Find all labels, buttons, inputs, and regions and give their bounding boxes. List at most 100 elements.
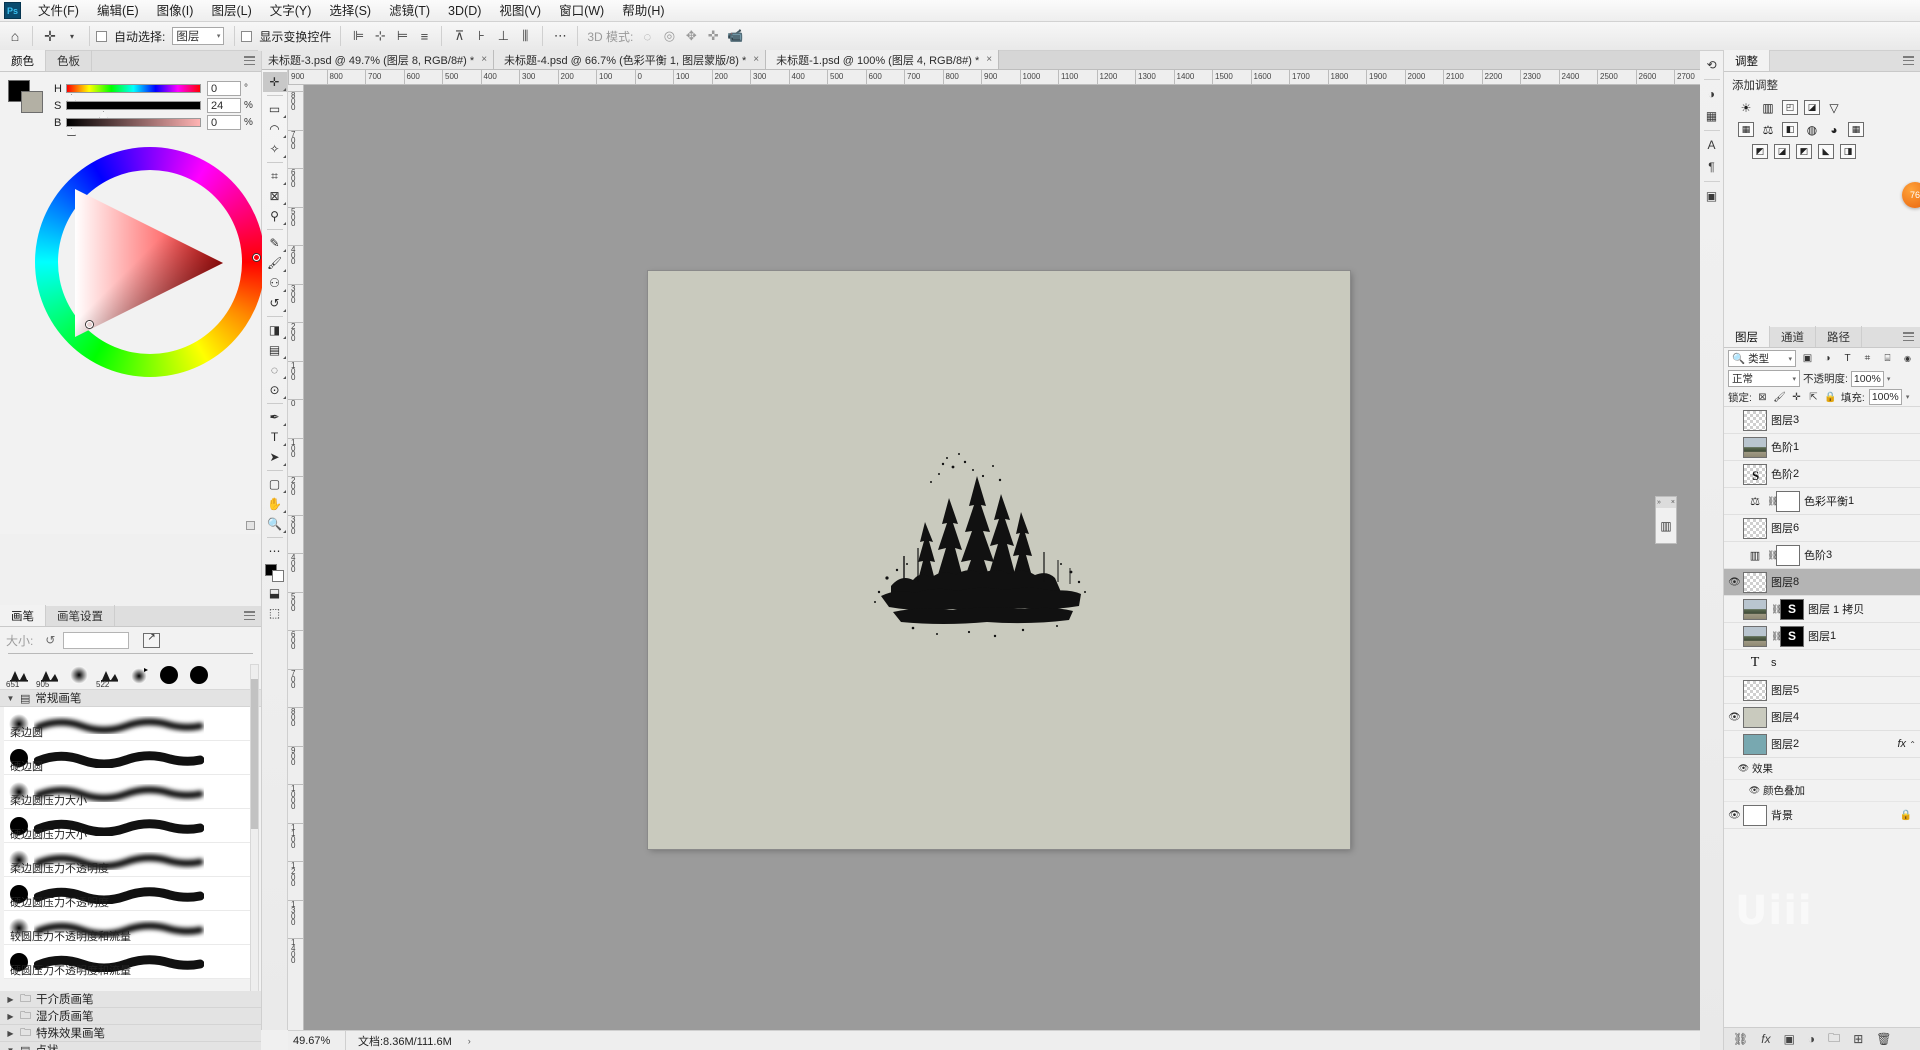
brush-preset-5[interactable] (154, 661, 183, 689)
show-transform-checkbox[interactable] (241, 31, 252, 42)
lock-position-icon[interactable]: ✛ (1790, 392, 1803, 403)
shape-filter-icon[interactable]: ⌗ (1859, 351, 1876, 367)
brush-tool[interactable]: 🖌 (263, 253, 287, 273)
tab-paths[interactable]: 路径 (1816, 326, 1862, 347)
layer-row[interactable]: 图层6 (1724, 515, 1920, 542)
layer-mask-thumbnail[interactable] (1776, 491, 1800, 512)
lock-transparent-icon[interactable]: ⊠ (1756, 392, 1769, 403)
type-filter-icon[interactable]: T (1839, 351, 1856, 367)
edit-toolbar[interactable]: ⋯ (263, 541, 287, 561)
menu-item-1[interactable]: 编辑(E) (88, 0, 148, 22)
tab-brushes[interactable]: 画笔 (0, 605, 46, 626)
menu-item-0[interactable]: 文件(F) (29, 0, 88, 22)
libraries-rail-icon[interactable]: ▦ (1702, 106, 1722, 126)
align-middle-v-icon[interactable]: ⊦ (470, 25, 492, 47)
brush-list-item[interactable]: 柔边圆压力大小 (4, 775, 257, 809)
menu-item-8[interactable]: 视图(V) (490, 0, 550, 22)
brush-list-item[interactable]: 较圆压力不透明度和流量 (4, 911, 257, 945)
hand-tool[interactable]: ✋ (263, 494, 287, 514)
hue-saturation-icon[interactable]: ▦ (1738, 122, 1754, 137)
character-rail-icon[interactable]: A (1702, 135, 1722, 155)
horizontal-ruler[interactable]: 9008007006005004003002001000100200300400… (288, 70, 1700, 85)
vertical-ruler[interactable]: 8007006005004003002001000100200300400500… (288, 85, 304, 1030)
pan-3d-icon[interactable]: ✥ (680, 25, 702, 47)
effect-visibility-toggle[interactable]: 👁 (1735, 763, 1752, 774)
saturation-value[interactable]: 24 (207, 98, 241, 113)
layer-mask-thumbnail[interactable] (1776, 545, 1800, 566)
layer-row[interactable]: Ts (1724, 650, 1920, 677)
zoom-level[interactable]: 49.67% (288, 1031, 346, 1050)
layer-row[interactable]: 图层3 (1724, 407, 1920, 434)
menu-item-7[interactable]: 3D(D) (439, 0, 490, 22)
layer-mask-thumbnail[interactable]: S (1780, 599, 1804, 620)
reset-icon[interactable]: ↺ (45, 633, 55, 647)
layer-thumbnail[interactable] (1743, 626, 1767, 647)
effect-visibility-toggle[interactable]: 👁 (1746, 785, 1763, 796)
layer-row[interactable]: 图层5 (1724, 677, 1920, 704)
quick-mask-icon[interactable]: ⬓ (263, 583, 287, 603)
foreground-background-swatch[interactable] (264, 563, 286, 583)
orbit-3d-icon[interactable]: ◌ (636, 25, 658, 47)
adjustment-filter-icon[interactable]: ◑ (1819, 351, 1836, 367)
layer-thumbnail[interactable] (1743, 680, 1767, 701)
auto-select-checkbox[interactable] (96, 31, 107, 42)
tab-swatches[interactable]: 色板 (46, 50, 92, 71)
menu-item-6[interactable]: 滤镜(T) (380, 0, 439, 22)
distribute-h-icon[interactable]: ≡ (413, 25, 435, 47)
invert-icon[interactable]: ◩ (1752, 144, 1768, 159)
color-swatches[interactable] (8, 80, 48, 114)
new-layer-icon[interactable]: ⊞ (1853, 1032, 1863, 1046)
brush-group-4[interactable]: ▼▤点状 (0, 1042, 261, 1050)
brush-preset-0[interactable]: 651 (4, 661, 33, 689)
menu-item-5[interactable]: 选择(S) (320, 0, 380, 22)
tab-brush-settings[interactable]: 画笔设置 (46, 605, 115, 626)
pen-tool[interactable]: ✒ (263, 407, 287, 427)
document-tab-1[interactable]: 未标题-4.psd @ 66.7% (色彩平衡 1, 图层蒙版/8) *× (494, 50, 766, 69)
black-white-icon[interactable]: ◧ (1782, 122, 1798, 137)
layer-row[interactable]: 图层2fx⌃ (1724, 731, 1920, 758)
posterize-icon[interactable]: ◪ (1774, 144, 1790, 159)
brush-size-input[interactable] (63, 632, 129, 649)
tab-color[interactable]: 颜色 (0, 50, 46, 71)
lock-artboard-icon[interactable]: ⇱ (1807, 392, 1820, 403)
tab-layers[interactable]: 图层 (1724, 326, 1770, 347)
menu-item-9[interactable]: 窗口(W) (550, 0, 613, 22)
link-icon[interactable]: ⛓ (1771, 604, 1780, 615)
document-tab-0[interactable]: 未标题-3.psd @ 49.7% (图层 8, RGB/8#) *× (258, 50, 494, 69)
history-rail-icon[interactable]: ⟲ (1702, 55, 1722, 75)
rectangle-tool[interactable]: ▢ (263, 474, 287, 494)
move-tool-icon[interactable]: ✛ (39, 25, 61, 47)
brightness-slider-thumb[interactable] (67, 128, 76, 136)
levels-icon[interactable]: ▥ (1760, 100, 1776, 115)
layer-row[interactable]: 👁背景🔒 (1724, 802, 1920, 829)
close-icon[interactable]: × (481, 54, 487, 65)
panel-resize-handle[interactable] (246, 521, 255, 530)
opacity-value[interactable]: 100% (1851, 371, 1884, 387)
move-tool[interactable]: ✛ (263, 72, 287, 92)
camera-3d-icon[interactable]: 📹 (724, 25, 746, 47)
layer-visibility-toggle[interactable]: 👁 (1726, 577, 1743, 588)
exposure-icon[interactable]: ◪ (1804, 100, 1820, 115)
layer-visibility-toggle[interactable]: 👁 (1726, 712, 1743, 723)
brush-list-item[interactable]: 硬边圆压力大小 (4, 809, 257, 843)
align-left-icon[interactable]: ⊫ (347, 25, 369, 47)
frame-tool[interactable]: ⊠ (263, 186, 287, 206)
brush-group-3[interactable]: ▶🗀特殊效果画笔 (0, 1025, 261, 1042)
layer-thumbnail[interactable] (1743, 518, 1767, 539)
close-icon[interactable]: × (1671, 499, 1675, 506)
roll-3d-icon[interactable]: ◎ (658, 25, 680, 47)
menu-item-3[interactable]: 图层(L) (202, 0, 260, 22)
brush-list-item[interactable]: 硬圆压力不透明度和流量 (4, 945, 257, 979)
sb-marker[interactable] (86, 321, 93, 328)
layer-mask-thumbnail[interactable]: S (1780, 626, 1804, 647)
layer-thumbnail[interactable]: S (1743, 464, 1767, 485)
type-tool[interactable]: T (263, 427, 287, 447)
align-top-icon[interactable]: ⊼ (448, 25, 470, 47)
brush-group-1[interactable]: ▶🗀干介质画笔 (0, 991, 261, 1008)
selective-color-icon[interactable]: ◨ (1840, 144, 1856, 159)
align-bottom-icon[interactable]: ⊥ (492, 25, 514, 47)
chevron-down-icon[interactable]: ▾ (1906, 393, 1910, 401)
blend-mode-dropdown[interactable]: 正常 ▾ (1728, 370, 1800, 387)
tab-channels[interactable]: 通道 (1770, 326, 1816, 347)
photo-filter-icon[interactable]: ◍ (1804, 122, 1820, 137)
